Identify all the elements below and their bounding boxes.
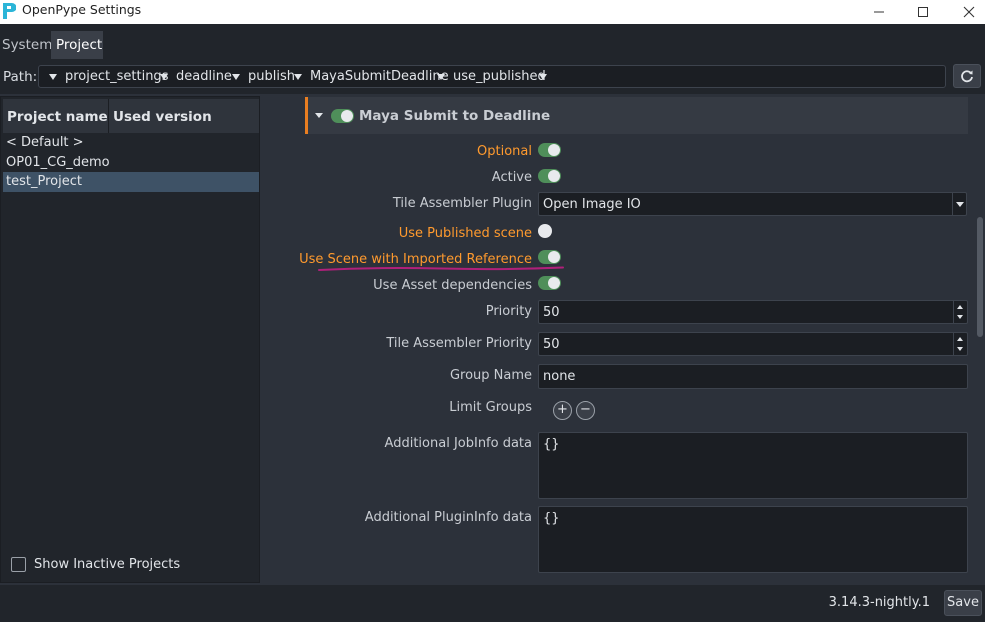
remove-limit-group-button[interactable]: −	[576, 401, 595, 420]
column-header-used-version[interactable]: Used version	[113, 109, 212, 125]
priority-label: Priority	[485, 304, 532, 319]
use-published-scene-label: Use Published scene	[398, 226, 532, 241]
column-header-project-name[interactable]: Project name	[7, 109, 108, 125]
additional-jobinfo-textarea[interactable]: {}	[538, 432, 968, 499]
priority-spinbox[interactable]: 50	[538, 300, 968, 324]
add-limit-group-button[interactable]: +	[553, 401, 572, 420]
active-toggle[interactable]	[538, 169, 561, 183]
chevron-down-icon[interactable]	[539, 74, 547, 80]
section-enabled-toggle[interactable]	[331, 109, 354, 123]
use-published-scene-toggle[interactable]	[538, 224, 561, 238]
window-titlebar: OpenPype Settings	[0, 0, 985, 24]
path-bar: Path: project_settings deadline publish …	[0, 60, 985, 94]
project-list-panel: Project name Used version < Default > OP…	[0, 96, 260, 583]
path-label: Path:	[3, 69, 38, 85]
settings-scrollbar[interactable]	[975, 96, 985, 583]
show-inactive-projects-toggle[interactable]: Show Inactive Projects	[11, 557, 180, 572]
limit-groups-label: Limit Groups	[449, 400, 532, 415]
optional-toggle[interactable]	[538, 143, 561, 157]
use-scene-imported-reference-toggle[interactable]	[538, 250, 561, 264]
chevron-down-icon[interactable]	[49, 74, 57, 80]
chevron-down-icon[interactable]	[952, 193, 966, 215]
additional-jobinfo-label: Additional JobInfo data	[384, 436, 532, 451]
footer-bar: 3.14.3-nightly.1 Save	[0, 585, 985, 622]
maximize-icon	[918, 7, 928, 17]
maximize-button[interactable]	[900, 0, 946, 24]
group-name-input[interactable]: none	[538, 364, 968, 389]
chevron-down-icon[interactable]	[232, 74, 240, 80]
priority-value: 50	[543, 305, 560, 320]
tab-bar: System Project	[0, 24, 985, 60]
project-item-test-project[interactable]: test_Project	[3, 172, 259, 192]
close-icon	[963, 6, 975, 18]
tile-assembler-plugin-select[interactable]: Open Image IO	[538, 192, 967, 216]
settings-panel: Maya Submit to Deadline Optional Active …	[260, 96, 985, 583]
collapse-arrow-icon[interactable]	[315, 113, 323, 118]
section-title: Maya Submit to Deadline	[359, 108, 551, 124]
use-asset-dependencies-label: Use Asset dependencies	[373, 278, 532, 293]
chevron-down-icon[interactable]	[160, 74, 168, 80]
section-header-maya-submit[interactable]: Maya Submit to Deadline	[305, 97, 968, 134]
spinbox-arrows[interactable]	[953, 301, 967, 323]
scrollbar-thumb[interactable]	[977, 217, 983, 337]
project-item-default[interactable]: < Default >	[3, 133, 259, 153]
minimize-icon	[874, 11, 884, 13]
use-asset-dependencies-toggle[interactable]	[538, 276, 561, 290]
path-breadcrumb: project_settings deadline publish MayaSu…	[38, 65, 946, 88]
show-inactive-label: Show Inactive Projects	[34, 557, 181, 572]
additional-jobinfo-value: {}	[543, 437, 560, 452]
project-list-header: Project name Used version	[3, 99, 259, 133]
active-label: Active	[491, 170, 532, 185]
openpype-logo-icon	[3, 3, 16, 19]
project-item-op01[interactable]: OP01_CG_demo	[3, 153, 259, 173]
tile-assembler-plugin-label: Tile Assembler Plugin	[392, 196, 532, 211]
tile-assembler-priority-label: Tile Assembler Priority	[386, 336, 532, 351]
save-button[interactable]: Save	[944, 590, 982, 616]
show-inactive-checkbox[interactable]	[11, 557, 26, 572]
spinbox-arrows[interactable]	[953, 333, 967, 355]
window-title: OpenPype Settings	[22, 2, 142, 17]
additional-plugininfo-textarea[interactable]: {}	[538, 506, 968, 573]
refresh-button[interactable]	[953, 64, 981, 88]
breadcrumb-item[interactable]: publish	[248, 69, 295, 84]
close-button[interactable]	[946, 0, 985, 24]
tab-system[interactable]: System	[0, 31, 52, 59]
group-name-label: Group Name	[449, 368, 532, 383]
breadcrumb-item[interactable]: use_published	[453, 69, 546, 84]
tab-project[interactable]: Project	[51, 31, 103, 59]
refresh-icon	[961, 70, 973, 83]
minimize-button[interactable]	[856, 0, 902, 24]
breadcrumb-item[interactable]: project_settings	[65, 69, 168, 84]
optional-label: Optional	[477, 144, 532, 159]
tile-assembler-priority-value: 50	[543, 337, 560, 352]
chevron-down-icon[interactable]	[437, 74, 445, 80]
annotation-underline	[318, 266, 564, 271]
version-label: 3.14.3-nightly.1	[828, 595, 930, 610]
column-divider[interactable]	[108, 99, 109, 133]
tile-assembler-plugin-value: Open Image IO	[543, 197, 641, 212]
group-name-value: none	[543, 369, 576, 384]
chevron-down-icon[interactable]	[294, 74, 302, 80]
breadcrumb-item[interactable]: deadline	[176, 69, 232, 84]
additional-plugininfo-value: {}	[543, 511, 560, 526]
tile-assembler-priority-spinbox[interactable]: 50	[538, 332, 968, 356]
additional-plugininfo-label: Additional PluginInfo data	[364, 510, 532, 525]
use-scene-imported-reference-label: Use Scene with Imported Reference	[299, 252, 532, 267]
breadcrumb-item[interactable]: MayaSubmitDeadline	[310, 69, 449, 84]
